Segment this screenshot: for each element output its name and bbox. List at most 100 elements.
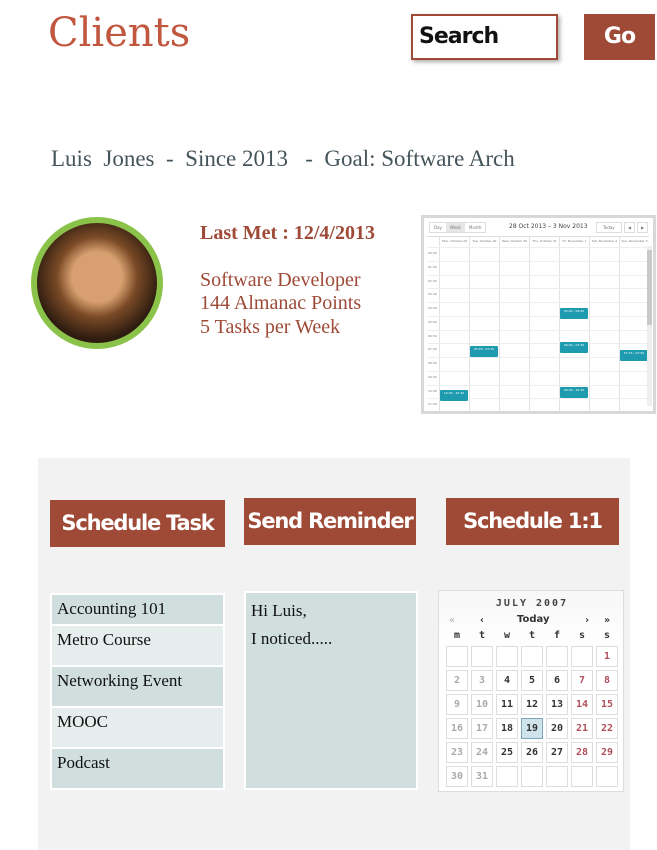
datepicker-day[interactable]: 15 [596, 694, 618, 715]
datepicker-day[interactable]: 19 [521, 718, 543, 739]
calendar-event[interactable]: 10:45 - 10:30 [440, 390, 468, 401]
client-role: Software Developer [200, 269, 361, 291]
datepicker-day[interactable]: 26 [521, 742, 543, 763]
calendar-event[interactable]: 05:20 - 07:45 [470, 346, 498, 357]
calendar-hour-row: 05:30 [427, 315, 649, 330]
datepicker-day[interactable]: 5 [521, 670, 543, 691]
datepicker-day[interactable]: 20 [546, 718, 568, 739]
weekday-label: s [578, 630, 586, 641]
calendar-hour-row: 08:30 [427, 357, 649, 371]
calendar-event[interactable]: 03:20 - 04:00 [560, 307, 588, 319]
datepicker-day[interactable]: 6 [546, 670, 568, 691]
datepicker-day[interactable]: 24 [471, 742, 493, 763]
datepicker-day[interactable]: 16 [446, 718, 468, 739]
datepicker-day[interactable]: 14 [571, 694, 593, 715]
calendar-scrollbar[interactable] [647, 246, 652, 406]
view-week[interactable]: Week [445, 223, 465, 232]
datepicker-day [546, 646, 568, 667]
datepicker-day [546, 766, 568, 787]
datepicker-day [596, 766, 618, 787]
schedule-task-button[interactable]: Schedule Task [50, 500, 225, 547]
datepicker-today-button[interactable]: Today [517, 614, 549, 625]
avatar [31, 217, 163, 349]
list-item[interactable]: Accounting 101 [52, 595, 223, 624]
calendar-hour-row: 01:30 [427, 260, 649, 275]
view-day[interactable]: Day [430, 223, 446, 232]
send-reminder-button[interactable]: Send Reminder [244, 498, 416, 545]
next-month-button[interactable]: › [584, 615, 590, 626]
datepicker-day[interactable]: 1 [596, 646, 618, 667]
datepicker-day[interactable]: 2 [446, 670, 468, 691]
prev-week-button[interactable]: ◀ [624, 222, 636, 233]
prev-month-button[interactable]: ‹ [479, 615, 485, 626]
calendar-hour-row: 09:30 [427, 370, 649, 385]
datepicker-day[interactable]: 9 [446, 694, 468, 715]
datepicker-day[interactable]: 8 [596, 670, 618, 691]
datepicker-day [496, 766, 518, 787]
list-item[interactable]: Networking Event [52, 667, 223, 706]
datepicker-day[interactable]: 30 [446, 766, 468, 787]
datepicker-day[interactable]: 17 [471, 718, 493, 739]
datepicker-day[interactable]: 22 [596, 718, 618, 739]
view-month[interactable]: Month [465, 223, 486, 232]
client-tasks: 5 Tasks per Week [200, 316, 341, 338]
datepicker-day [571, 766, 593, 787]
reminder-line: I noticed..... [251, 629, 333, 648]
datepicker[interactable]: JULY 2007 « ‹ Today › » mtwtfss123456789… [438, 590, 624, 792]
client-summary: Luis Jones - Since 2013 - Goal: Software… [51, 146, 515, 171]
datepicker-day[interactable]: 11 [496, 694, 518, 715]
today-button[interactable]: Today [596, 222, 622, 233]
calendar-hour-row: 03:30 [427, 288, 649, 302]
list-item[interactable]: Podcast [52, 749, 223, 788]
calendar-event[interactable]: 06:40 - 07:30 [560, 341, 588, 353]
weekday-label: w [503, 630, 511, 641]
calendar-hour-row: 02:30 [427, 274, 649, 289]
datepicker-day [471, 646, 493, 667]
calendar-event[interactable]: 07:15 - 07:50 [620, 350, 648, 362]
weekday-label: m [453, 630, 461, 641]
datepicker-day[interactable]: 28 [571, 742, 593, 763]
last-met: Last Met : 12/4/2013 [200, 222, 375, 244]
list-item[interactable]: MOOC [52, 708, 223, 747]
datepicker-day [521, 646, 543, 667]
datepicker-day[interactable]: 23 [446, 742, 468, 763]
datepicker-day[interactable]: 21 [571, 718, 593, 739]
datepicker-day [571, 646, 593, 667]
calendar-hour-row: 06:30 [427, 329, 649, 344]
datepicker-day[interactable]: 10 [471, 694, 493, 715]
datepicker-day [496, 646, 518, 667]
task-list: Accounting 101 Metro Course Networking E… [50, 593, 225, 790]
calendar-preview[interactable]: Day Week Month 28 Oct 2013 – 3 Nov 2013 … [421, 215, 656, 414]
weekday-label: t [528, 630, 536, 641]
client-points: 144 Almanac Points [200, 292, 362, 314]
list-item[interactable]: Metro Course [52, 626, 223, 665]
reminder-textarea[interactable]: Hi Luis, I noticed..... [244, 591, 418, 790]
calendar-hour-row: 00:30 [427, 247, 649, 261]
datepicker-day[interactable]: 7 [571, 670, 593, 691]
weekday-label: s [603, 630, 611, 641]
calendar-event[interactable]: 09:30 - 10:45 [560, 387, 588, 399]
datepicker-day[interactable]: 31 [471, 766, 493, 787]
next-week-button[interactable]: ▶ [637, 222, 649, 233]
page-title: Clients [48, 10, 191, 56]
datepicker-day[interactable]: 4 [496, 670, 518, 691]
datepicker-day[interactable]: 18 [496, 718, 518, 739]
datepicker-day[interactable]: 29 [596, 742, 618, 763]
datepicker-day [521, 766, 543, 787]
reminder-line: Hi Luis, [251, 601, 307, 620]
datepicker-day[interactable]: 12 [521, 694, 543, 715]
first-month-button[interactable]: « [449, 615, 455, 626]
weekday-label: f [553, 630, 561, 641]
last-month-button[interactable]: » [604, 615, 610, 626]
datepicker-day[interactable]: 25 [496, 742, 518, 763]
calendar-hour-row: 04:30 [427, 302, 649, 316]
datepicker-day[interactable]: 13 [546, 694, 568, 715]
datepicker-day[interactable]: 27 [546, 742, 568, 763]
datepicker-day[interactable]: 3 [471, 670, 493, 691]
schedule-one-on-one-button[interactable]: Schedule 1:1 [446, 498, 619, 545]
search-input[interactable]: Search [411, 14, 558, 60]
datepicker-month: JULY 2007 [495, 598, 569, 609]
weekday-label: t [478, 630, 486, 641]
go-button[interactable]: Go [584, 14, 655, 60]
datepicker-day [446, 646, 468, 667]
